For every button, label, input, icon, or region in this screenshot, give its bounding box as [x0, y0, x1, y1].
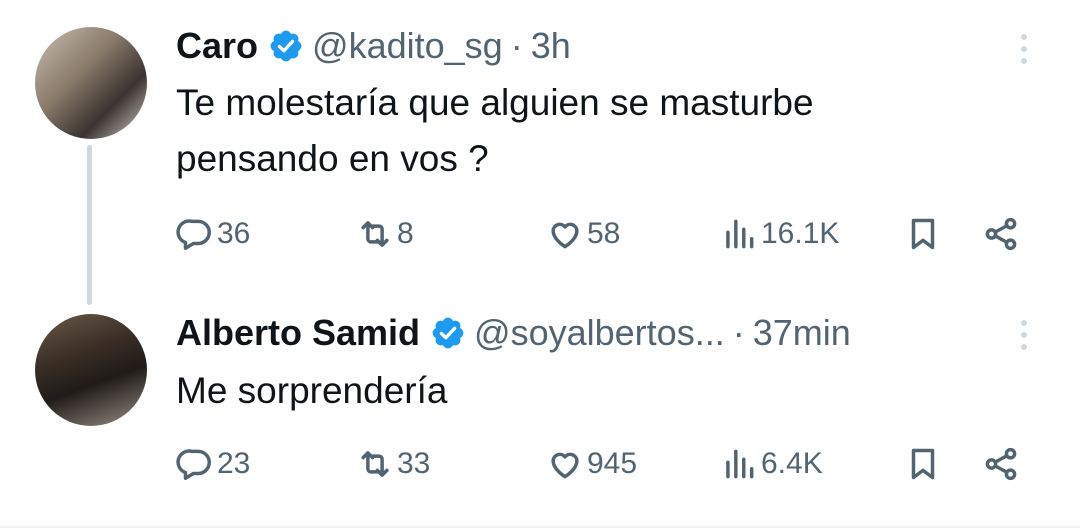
reply-button[interactable]: 23 — [176, 445, 250, 483]
like-icon — [551, 452, 579, 479]
like-count: 945 — [587, 447, 638, 480]
more-vertical-icon[interactable] — [1018, 320, 1030, 350]
verified-badge-icon — [270, 30, 302, 62]
reply-icon — [176, 219, 211, 250]
views-button[interactable]: 16.1K — [720, 215, 839, 253]
avatar[interactable] — [35, 314, 147, 426]
tweet-text-line: Te molestaría que alguien se masturbe — [176, 82, 814, 123]
like-count: 58 — [587, 217, 621, 250]
author-handle[interactable]: @kadito_sg — [312, 24, 503, 68]
reply-count: 23 — [217, 447, 251, 480]
views-count: 16.1K — [761, 217, 840, 250]
separator-dot: · — [510, 25, 523, 66]
avatar[interactable] — [35, 27, 147, 139]
separator-dot: · — [732, 312, 745, 353]
author-name[interactable]: Caro — [176, 24, 258, 68]
divider — [0, 526, 1080, 528]
tweet[interactable]: Caro @kadito_sg · 3h Te molestaría que a… — [0, 0, 1080, 305]
retweet-button[interactable]: 33 — [356, 445, 430, 483]
views-button[interactable]: 6.4K — [720, 445, 823, 483]
timestamp[interactable]: 37min — [753, 311, 851, 355]
timestamp[interactable]: 3h — [531, 24, 571, 68]
tweet-text-line: pensando en vos ? — [176, 138, 489, 179]
like-button[interactable]: 945 — [546, 445, 637, 483]
retweet-count: 8 — [397, 217, 414, 250]
retweet-count: 33 — [397, 447, 431, 480]
reply-icon — [176, 449, 211, 480]
tweet-text: Te molestaría que alguien se masturbe pe… — [176, 75, 996, 187]
action-bar: 23 33 945 6.4K — [0, 445, 1080, 485]
verified-badge-icon — [432, 317, 464, 349]
action-bar: 36 8 58 16.1K — [0, 215, 1080, 255]
like-icon — [551, 222, 579, 249]
tweet-header: Caro @kadito_sg · 3h — [176, 24, 571, 68]
share-button[interactable] — [982, 445, 1020, 483]
retweet-icon — [361, 221, 389, 247]
views-icon — [726, 219, 754, 249]
bookmark-icon — [911, 218, 935, 250]
share-icon — [985, 447, 1017, 481]
tweet-header: Alberto Samid @soyalbertos... · 37min — [176, 311, 851, 355]
tweet-text: Me sorprendería — [176, 363, 996, 419]
more-vertical-icon[interactable] — [1018, 34, 1030, 64]
like-button[interactable]: 58 — [546, 215, 620, 253]
retweet-button[interactable]: 8 — [356, 215, 414, 253]
reply-button[interactable]: 36 — [176, 215, 250, 253]
share-button[interactable] — [982, 215, 1020, 253]
bookmark-button[interactable] — [904, 445, 942, 483]
views-count: 6.4K — [761, 447, 823, 480]
author-handle[interactable]: @soyalbertos... — [474, 311, 725, 355]
bookmark-icon — [911, 448, 935, 480]
views-icon — [726, 449, 754, 479]
retweet-icon — [361, 451, 389, 477]
tweet-text-line: Me sorprendería — [176, 370, 448, 411]
tweet[interactable]: Alberto Samid @soyalbertos... · 37min Me… — [0, 300, 1080, 529]
share-icon — [985, 217, 1017, 251]
bookmark-button[interactable] — [904, 215, 942, 253]
reply-count: 36 — [217, 217, 251, 250]
author-name[interactable]: Alberto Samid — [176, 311, 420, 355]
